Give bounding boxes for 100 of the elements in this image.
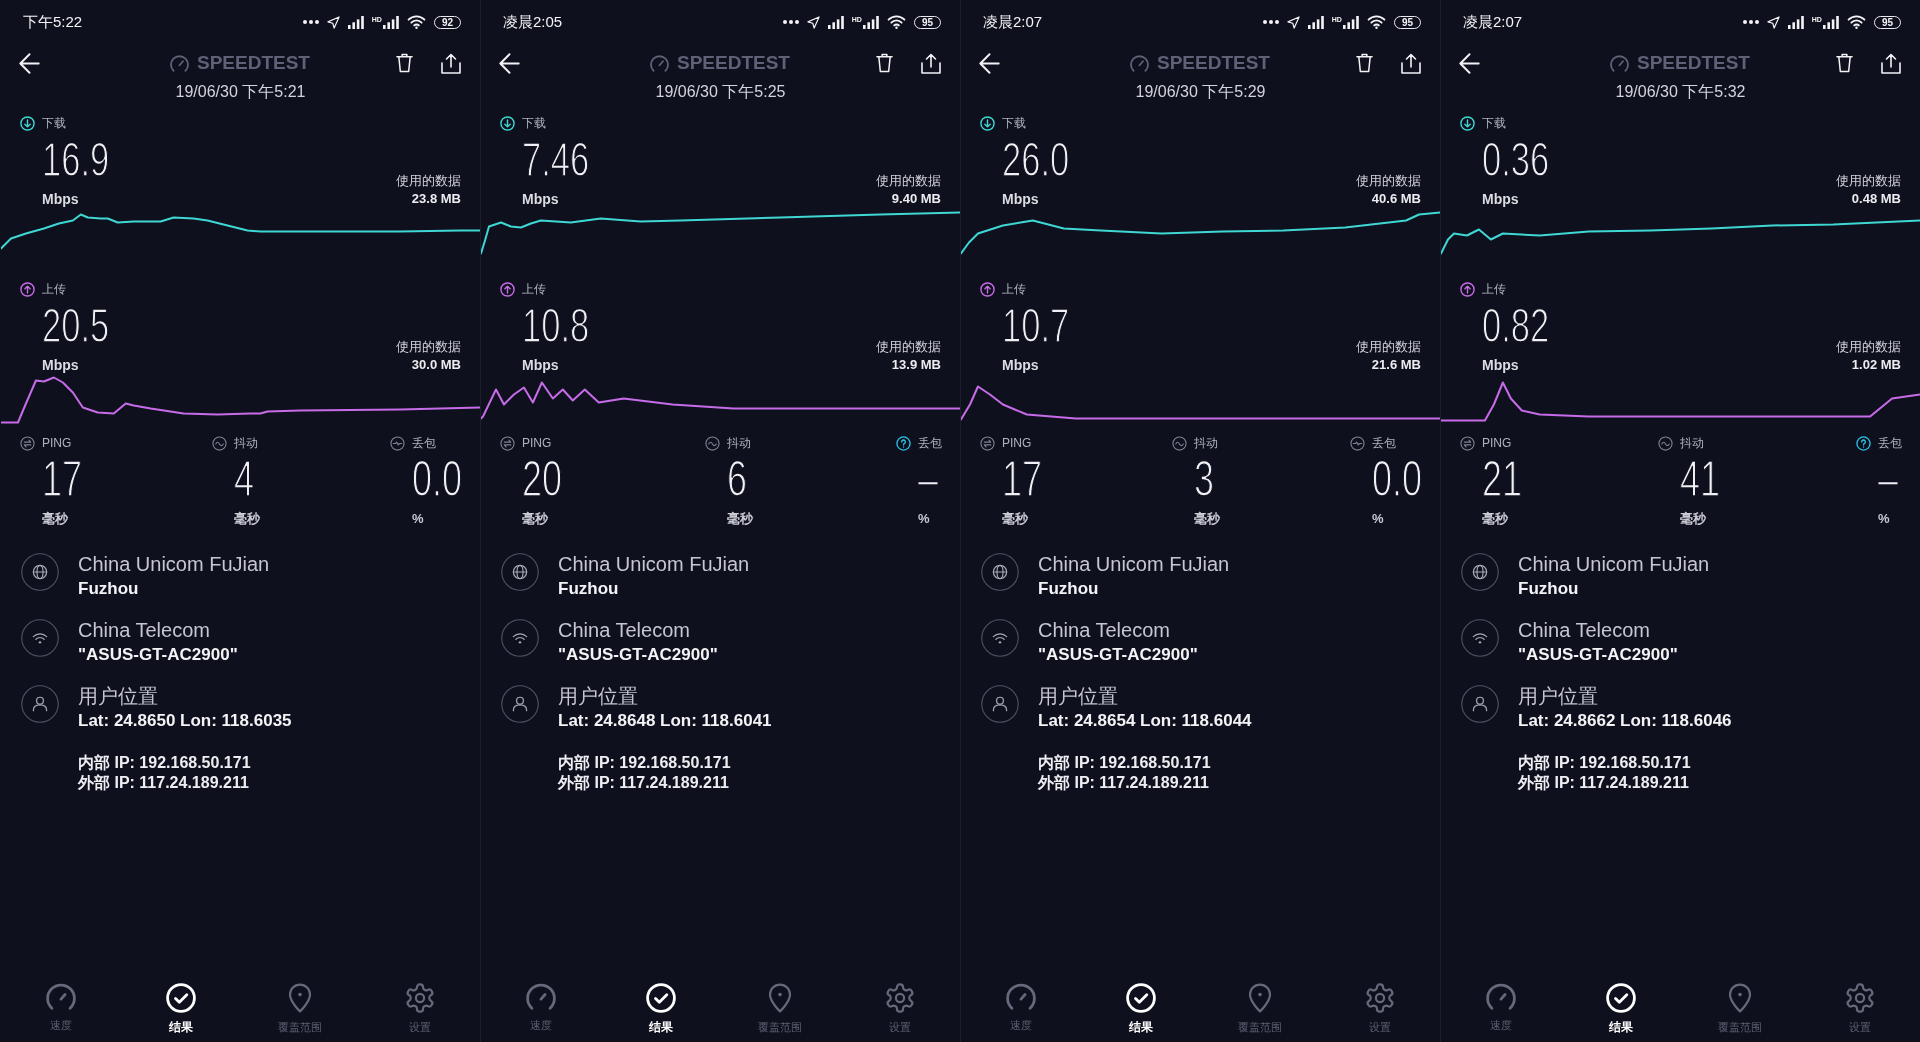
nav-tab[interactable]: 覆盖范围 bbox=[1238, 983, 1283, 1035]
nav-tab[interactable]: 结果 bbox=[165, 983, 196, 1035]
metric-label: PING bbox=[42, 436, 73, 450]
detail-subtitle: Lat: 24.8648 Lon: 118.6041 bbox=[558, 710, 772, 732]
share-icon bbox=[921, 52, 941, 74]
test-date: 19/06/30 下午5:25 bbox=[655, 82, 786, 102]
metric-label: PING bbox=[1482, 436, 1513, 450]
metric-unit: 毫秒 bbox=[1482, 510, 1509, 528]
back-button[interactable] bbox=[17, 50, 42, 76]
detail-title: China Telecom bbox=[1038, 618, 1170, 642]
delete-button[interactable] bbox=[874, 51, 895, 75]
back-arrow-icon bbox=[19, 52, 40, 74]
trash-icon bbox=[396, 53, 413, 73]
nav-tab[interactable]: 结果 bbox=[1125, 983, 1156, 1035]
map-pin-icon bbox=[1248, 983, 1273, 1013]
wifi-icon bbox=[501, 619, 539, 657]
metric-label: 抖动 bbox=[1194, 434, 1219, 452]
detail-title: China Unicom FuJian bbox=[78, 552, 270, 576]
metric-unit: 毫秒 bbox=[522, 510, 549, 528]
test-date: 19/06/30 下午5:21 bbox=[175, 82, 306, 102]
nav-tab[interactable]: 覆盖范围 bbox=[278, 983, 323, 1035]
download-icon bbox=[20, 115, 35, 131]
section-label: 上传 bbox=[522, 280, 546, 298]
nav-tab[interactable]: 设置 bbox=[405, 983, 436, 1035]
more-dots-icon bbox=[302, 20, 319, 24]
data-used-label: 使用的数据 bbox=[396, 172, 461, 190]
user-icon bbox=[501, 685, 539, 723]
share-icon bbox=[441, 52, 461, 74]
nav-tab[interactable]: 速度 bbox=[1485, 983, 1516, 1035]
signal-icon bbox=[382, 15, 399, 29]
metric-unit: 毫秒 bbox=[234, 510, 260, 528]
nav-tab[interactable]: 速度 bbox=[525, 983, 556, 1035]
globe-icon bbox=[981, 553, 1019, 591]
data-used-label: 使用的数据 bbox=[1836, 338, 1901, 356]
speed-value: 10.8 bbox=[522, 300, 590, 352]
speed-unit: Mbps bbox=[1482, 190, 1519, 208]
nav-tab[interactable]: 结果 bbox=[1605, 983, 1636, 1035]
metric-label: PING bbox=[522, 436, 553, 450]
wifi-icon bbox=[1846, 15, 1866, 29]
map-pin-icon bbox=[288, 983, 313, 1013]
signal-icon bbox=[827, 15, 844, 29]
ip-address-text: 外部 IP: 117.24.189.211 bbox=[1518, 773, 1689, 793]
signal-icon bbox=[1307, 15, 1324, 29]
delete-button[interactable] bbox=[1834, 51, 1855, 75]
metric-unit: 毫秒 bbox=[1194, 510, 1220, 528]
back-arrow-icon bbox=[499, 52, 520, 74]
wifi-icon bbox=[981, 619, 1019, 657]
back-button[interactable] bbox=[1457, 50, 1482, 76]
back-button[interactable] bbox=[497, 50, 522, 76]
detail-subtitle: "ASUS-GT-AC2900" bbox=[558, 644, 718, 666]
data-used-label: 使用的数据 bbox=[1356, 338, 1421, 356]
nav-tab[interactable]: 速度 bbox=[45, 983, 76, 1035]
back-arrow-icon bbox=[1459, 52, 1480, 74]
nav-tab[interactable]: 设置 bbox=[885, 983, 916, 1035]
metric-value: 6 bbox=[727, 452, 748, 506]
check-circle-icon bbox=[1125, 983, 1156, 1013]
gauge-icon bbox=[170, 54, 189, 72]
speed-unit: Mbps bbox=[522, 356, 559, 374]
ip-address-text: 内部 IP: 192.168.50.171 bbox=[558, 753, 731, 773]
signal-icon bbox=[862, 15, 879, 29]
upload-icon bbox=[1460, 281, 1475, 297]
data-used-value: 0.48 MB bbox=[1851, 190, 1901, 208]
section-label: 下载 bbox=[1482, 114, 1506, 132]
app-title: SPEEDTEST bbox=[197, 52, 310, 74]
speed-unit: Mbps bbox=[1002, 190, 1039, 208]
detail-subtitle: "ASUS-GT-AC2900" bbox=[1518, 644, 1678, 666]
gauge-icon bbox=[525, 983, 556, 1011]
metric-unit: % bbox=[1371, 510, 1385, 528]
nav-tab[interactable]: 设置 bbox=[1365, 983, 1396, 1035]
data-used-label: 使用的数据 bbox=[876, 172, 941, 190]
nav-tab[interactable]: 覆盖范围 bbox=[1718, 983, 1763, 1035]
metric-value: 4 bbox=[234, 452, 254, 506]
signal-icon bbox=[1342, 15, 1359, 29]
app-title: SPEEDTEST bbox=[677, 52, 790, 74]
detail-title: 用户位置 bbox=[1518, 684, 1598, 708]
app-title: SPEEDTEST bbox=[1637, 52, 1750, 74]
detail-title: China Telecom bbox=[1518, 618, 1650, 642]
check-circle-icon bbox=[645, 983, 676, 1013]
nav-tab[interactable]: 覆盖范围 bbox=[758, 983, 803, 1035]
navigation-arrow-icon bbox=[806, 15, 820, 29]
wifi-icon bbox=[1366, 15, 1386, 29]
test-date: 19/06/30 下午5:29 bbox=[1135, 82, 1266, 102]
nav-tab[interactable]: 设置 bbox=[1845, 983, 1876, 1035]
map-pin-icon bbox=[768, 983, 793, 1013]
speed-unit: Mbps bbox=[522, 190, 559, 208]
speed-unit: Mbps bbox=[42, 190, 79, 208]
nav-tab[interactable]: 结果 bbox=[645, 983, 676, 1035]
metric-value: 3 bbox=[1194, 452, 1215, 506]
ip-address-text: 内部 IP: 192.168.50.171 bbox=[1518, 753, 1691, 773]
speed-value: 10.7 bbox=[1002, 300, 1070, 352]
metric-unit: 毫秒 bbox=[42, 510, 69, 528]
delete-button[interactable] bbox=[394, 51, 415, 75]
nav-tab[interactable]: 速度 bbox=[1005, 983, 1036, 1035]
map-pin-icon bbox=[1728, 983, 1753, 1013]
data-used-value: 30.0 MB bbox=[411, 356, 461, 374]
status-time: 凌晨2:05 bbox=[503, 12, 563, 32]
back-button[interactable] bbox=[977, 50, 1002, 76]
metric-value: 0.0 bbox=[411, 452, 462, 506]
delete-button[interactable] bbox=[1354, 51, 1375, 75]
ip-address-text: 内部 IP: 192.168.50.171 bbox=[1038, 753, 1211, 773]
